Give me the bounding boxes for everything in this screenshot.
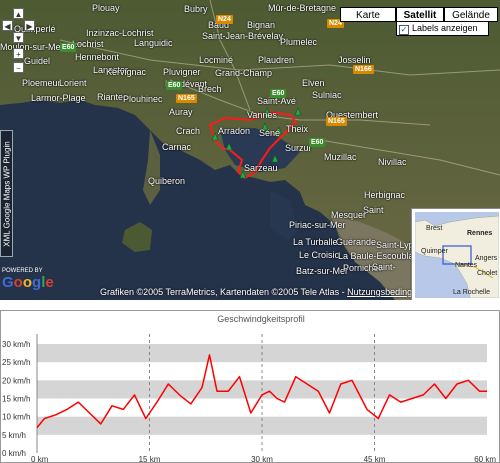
place-label: La Baule-Escoublac [338, 251, 419, 261]
map-type-karte-button[interactable]: Karte [340, 7, 396, 22]
place-label: Inzinzac-Lochrist [86, 28, 154, 38]
place-label: Brech [198, 84, 222, 94]
place-label: Lorient [59, 78, 87, 88]
place-label: Languidic [134, 38, 173, 48]
place-label: Locminé [199, 55, 234, 65]
overview-label: Cholet [477, 270, 498, 277]
place-label: Ploemeur [22, 78, 61, 88]
place-label: Theix [286, 124, 309, 134]
place-label: Séné [259, 128, 281, 138]
place-label: Larmor-Plage [31, 93, 86, 103]
place-label: Pluvigner [163, 67, 201, 77]
overview-label: Quimper [421, 248, 448, 255]
google-logo[interactable]: Google [2, 275, 54, 291]
x-tick-label: 60 km [474, 455, 496, 463]
plugin-tag-label: XML Google Maps WP Plugin [2, 140, 11, 247]
y-tick-label: 5 km/h [2, 431, 26, 440]
place-label: Moulon-sur-Mer [0, 42, 64, 52]
x-tick-label: 0 km [31, 455, 49, 463]
place-label: Auray [169, 107, 193, 117]
place-label: Herbignac [364, 190, 406, 200]
overview-label: Nantes [455, 262, 478, 269]
y-tick-label: 15 km/h [2, 395, 30, 404]
overview-label: Angers [475, 255, 498, 262]
y-tick-label: 25 km/h [2, 358, 30, 367]
pan-left-button[interactable]: ◀ [2, 20, 13, 31]
copyright-notice: Grafiken ©2005 TerraMetrics, Kartendaten… [100, 287, 437, 297]
chart-title: Geschwindgkeitsprofil [217, 314, 305, 324]
copyright-text: Grafiken ©2005 TerraMetrics, Kartendaten… [100, 287, 348, 297]
place-label: Quiberon [148, 176, 186, 186]
x-tick-label: 15 km [139, 455, 161, 463]
overview-label: La Rochelle [453, 289, 490, 296]
place-label: Plumelec [280, 37, 318, 47]
y-tick-label: 0 km/h [2, 449, 26, 458]
labels-checkbox-label: Labels anzeigen [412, 23, 478, 33]
zoom-out-button[interactable]: − [13, 62, 24, 73]
overview-map[interactable]: Brest Rennes Quimper Nantes Angers Chole… [411, 208, 500, 300]
place-label: Mûr-de-Bretagne [268, 3, 337, 13]
zoom-in-button[interactable]: + [13, 48, 24, 59]
map-type-gelaende-button[interactable]: Gelände [444, 7, 498, 22]
pan-up-button[interactable]: ▲ [13, 8, 24, 19]
place-label: Piriac-sur-Mer [289, 220, 346, 230]
place-label: Nivillac [378, 157, 407, 167]
road-shield: E60 [270, 89, 287, 98]
place-label: Arradon [218, 126, 251, 136]
place-label: Elven [302, 78, 325, 88]
place-label: Mesquer [331, 210, 367, 220]
road-shield: N165 [176, 94, 197, 103]
overview-label: Rennes [467, 230, 493, 237]
place-label: Guidel [24, 56, 51, 66]
place-label: Kervignac [106, 67, 147, 77]
x-tick-label: 30 km [251, 455, 273, 463]
place-label: Hennebont [75, 52, 120, 62]
place-label: Sarzeau [244, 163, 278, 173]
place-label: Plouay [92, 3, 120, 13]
place-label: Saint-Jean-Brévelay [202, 31, 284, 41]
place-label: Guérande [336, 237, 377, 247]
place-label: Bubry [184, 4, 208, 14]
place-label: Le Croisic [299, 250, 340, 260]
place-label: Josselin [338, 55, 371, 65]
y-tick-label: 10 km/h [2, 413, 30, 422]
place-label: Vannes [247, 110, 277, 120]
place-label: Muzillac [324, 152, 357, 162]
road-shield: E60 [309, 138, 326, 147]
road-shield: N166 [353, 65, 374, 74]
x-tick-label: 45 km [364, 455, 386, 463]
road-shield: N165 [326, 117, 347, 126]
place-label: Carnac [162, 142, 192, 152]
speed-profile-chart: Geschwindgkeitsprofil 0 km/h 5 km/h 10 km/… [0, 310, 500, 463]
y-tick-label: 20 km/h [2, 376, 30, 385]
place-label: Saint [363, 205, 384, 215]
pan-down-button[interactable]: ▼ [13, 32, 24, 43]
overview-map-imagery: Brest Rennes Quimper Nantes Angers Chole… [415, 212, 499, 298]
place-label: Sulniac [312, 90, 342, 100]
overview-label: Brest [426, 225, 443, 232]
road-shield: E60 [60, 43, 77, 52]
map-view[interactable]: Quimperlé Plouay Bubry Baud Mûr-de-Breta… [0, 0, 500, 300]
place-label: Lochrist [72, 39, 104, 49]
map-type-satellit-button[interactable]: Satellit [396, 7, 444, 22]
place-label: Plouhinec [123, 94, 163, 104]
plugin-tag: XML Google Maps WP Plugin [0, 130, 13, 257]
y-tick-label: 30 km/h [2, 340, 30, 349]
road-shield: N24 [216, 15, 233, 24]
place-label: La Turballe [293, 237, 338, 247]
place-label: Saint- [372, 262, 396, 272]
place-label: Grand-Champ [215, 68, 273, 78]
labels-checkbox-row[interactable]: ✓ Labels anzeigen [396, 22, 489, 36]
place-label: Bignan [247, 20, 276, 30]
labels-checkbox[interactable]: ✓ [399, 25, 409, 35]
place-label: Plaudren [258, 55, 295, 65]
road-shield: E60 [166, 81, 183, 90]
place-label: Batz-sur-Mer [296, 266, 349, 276]
place-label: Crach [176, 126, 201, 136]
pan-right-button[interactable]: ▶ [24, 20, 35, 31]
place-label: Surzur [285, 143, 312, 153]
